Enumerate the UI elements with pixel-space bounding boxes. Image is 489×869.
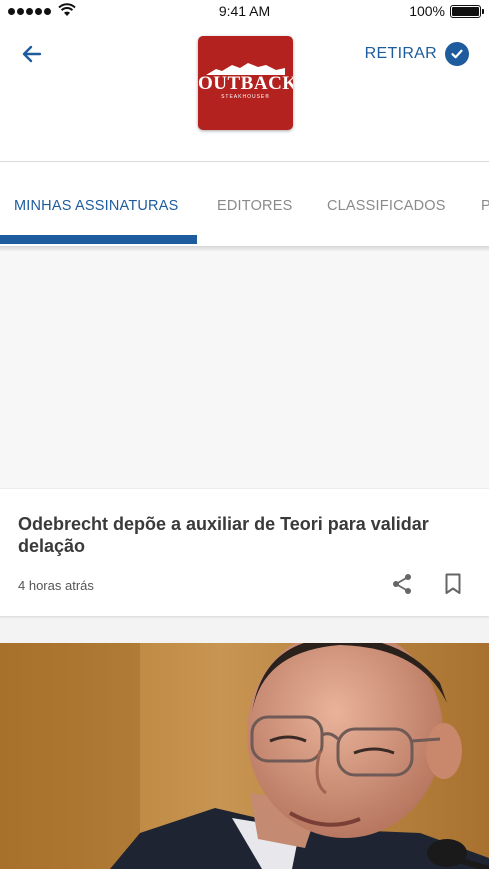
- checkmark-icon: [445, 41, 469, 66]
- active-tab-indicator: [0, 235, 197, 244]
- tab-bar: MINHAS ASSINATURAS EDITORES CLASSIFICADO…: [0, 162, 489, 246]
- share-icon[interactable]: [390, 572, 414, 596]
- battery-icon: [450, 5, 484, 18]
- news-card-photo[interactable]: [0, 643, 489, 869]
- logo-subtitle: STEAKHOUSE®: [221, 94, 270, 100]
- back-arrow-icon[interactable]: [18, 40, 46, 68]
- tab-minhas-assinaturas[interactable]: MINHAS ASSINATURAS: [14, 198, 178, 214]
- card-timestamp: 4 horas atrás: [18, 578, 94, 593]
- tab-classificados[interactable]: CLASSIFICADOS: [327, 198, 446, 214]
- bookmark-icon[interactable]: [441, 572, 465, 596]
- news-card[interactable]: Odebrecht depõe a auxiliar de Teori para…: [0, 251, 489, 616]
- retirar-label: RETIRAR: [364, 44, 437, 62]
- retirar-button[interactable]: RETIRAR: [365, 40, 469, 67]
- logo-wordmark: OUTBACK: [198, 73, 293, 94]
- portrait-photo: [0, 643, 489, 869]
- status-bar: 9:41 AM 100%: [0, 0, 489, 22]
- tab-editores[interactable]: EDITORES: [217, 198, 292, 214]
- tab-overflow[interactable]: P: [481, 198, 489, 214]
- card-headline[interactable]: Odebrecht depõe a auxiliar de Teori para…: [18, 513, 478, 557]
- publisher-logo: OUTBACK STEAKHOUSE®: [198, 36, 293, 130]
- news-feed[interactable]: Odebrecht depõe a auxiliar de Teori para…: [0, 251, 489, 869]
- battery-percentage: 100%: [409, 3, 445, 19]
- card-image-placeholder: [0, 251, 489, 489]
